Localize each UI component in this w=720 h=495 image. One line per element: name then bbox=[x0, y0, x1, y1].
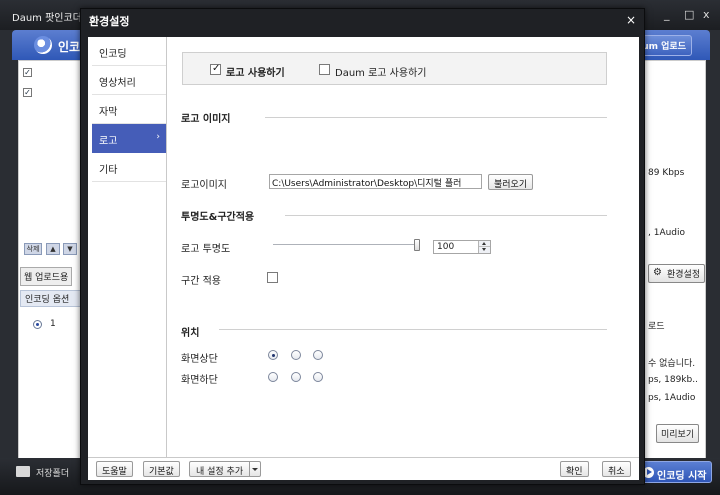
start-encoding-button[interactable]: 인코딩 시작 bbox=[636, 461, 712, 483]
move-down-button[interactable]: ▼ bbox=[63, 243, 77, 255]
nav-item-subtitle[interactable]: 자막 bbox=[92, 95, 166, 124]
maximize-icon[interactable]: □ bbox=[684, 8, 694, 21]
position-bottom-center-radio[interactable] bbox=[291, 372, 301, 382]
daum-pot-logo-icon bbox=[34, 36, 52, 54]
start-encoding-label: 인코딩 시작 bbox=[657, 471, 707, 482]
move-up-button[interactable]: ▲ bbox=[46, 243, 60, 255]
spin-down-icon[interactable] bbox=[479, 247, 490, 253]
nav-item-label: 자막 bbox=[99, 107, 118, 118]
browse-button[interactable]: 불러오기 bbox=[488, 174, 534, 190]
info-bitrate: 89 Kbps bbox=[648, 168, 685, 178]
transparency-section-title: 투명도&구간적용 bbox=[181, 212, 255, 223]
use-daum-logo-checkbox[interactable] bbox=[319, 64, 330, 75]
file-row-checkbox[interactable]: ✓ bbox=[23, 88, 32, 97]
opacity-spinner bbox=[478, 241, 490, 253]
dialog-body: 인코딩 영상처리 자막 로고 › 기타 로고 사용하기 Daum 로고 사용하기 bbox=[88, 37, 639, 480]
range-apply-checkbox[interactable] bbox=[267, 272, 278, 283]
settings-nav: 인코딩 영상처리 자막 로고 › 기타 bbox=[88, 37, 167, 457]
section-divider bbox=[285, 215, 607, 216]
logo-image-section-title: 로고 이미지 bbox=[181, 114, 231, 125]
option-label: 1 bbox=[50, 319, 56, 329]
opacity-slider-track[interactable] bbox=[273, 244, 418, 246]
option-radio[interactable] bbox=[33, 320, 42, 329]
position-bottom-right-radio[interactable] bbox=[313, 372, 323, 382]
info-audio-2: ps, 1Audio bbox=[648, 393, 696, 403]
logo-image-label: 로고이미지 bbox=[181, 180, 227, 191]
range-apply-label: 구간 적용 bbox=[181, 276, 221, 287]
web-upload-tab[interactable]: 웹 업로드용 bbox=[20, 267, 73, 286]
preview-button[interactable]: 미리보기 bbox=[656, 424, 700, 443]
gear-icon: ⚙ bbox=[653, 267, 662, 278]
dialog-footer: 도움말 기본값 내 설정 추가 확인 취소 bbox=[88, 457, 639, 480]
minimize-icon[interactable]: _ bbox=[664, 8, 670, 21]
use-logo-checkbox[interactable] bbox=[210, 63, 221, 75]
dropdown-arrow-icon[interactable] bbox=[250, 462, 260, 476]
nav-item-logo[interactable]: 로고 › bbox=[92, 124, 166, 153]
position-bottom-left-radio[interactable] bbox=[268, 372, 278, 382]
delete-item-button[interactable]: 삭제 bbox=[24, 243, 42, 255]
help-button[interactable]: 도움말 bbox=[96, 461, 133, 477]
background-file-list bbox=[18, 60, 84, 460]
cancel-button[interactable]: 취소 bbox=[602, 461, 631, 477]
save-folder-label[interactable]: 저장폴더 bbox=[36, 466, 69, 479]
select-all-checkbox[interactable]: ✓ bbox=[23, 68, 32, 77]
settings-dialog: 환경설정 × 인코딩 영상처리 자막 로고 › 기타 ✓ 로고 사용하기 Dau… bbox=[80, 8, 645, 485]
use-logo-label[interactable]: 로고 사용하기 bbox=[226, 64, 285, 79]
background-app-title[interactable]: Daum 팟인코더 ▾ bbox=[12, 9, 90, 24]
settings-button-label: 환경설정 bbox=[667, 270, 701, 280]
default-button[interactable]: 기본값 bbox=[143, 461, 180, 477]
nav-item-encoding[interactable]: 인코딩 bbox=[92, 37, 166, 66]
nav-item-label: 기타 bbox=[99, 165, 118, 176]
use-daum-logo-label[interactable]: Daum 로고 사용하기 bbox=[335, 64, 426, 79]
encoding-options-header: 인코딩 옵션 bbox=[20, 290, 82, 307]
position-top-center-radio[interactable] bbox=[291, 350, 301, 360]
info-spec: ps, 189kb.. bbox=[648, 375, 698, 385]
nav-item-label: 로고 bbox=[99, 136, 118, 147]
position-top-left-radio[interactable] bbox=[268, 350, 278, 360]
section-divider bbox=[219, 329, 607, 330]
nav-item-video-processing[interactable]: 영상처리 bbox=[92, 66, 166, 95]
logo-settings-panel: 로고 사용하기 Daum 로고 사용하기 로고 이미지 로고이미지 C:\Use… bbox=[167, 37, 639, 457]
logo-usage-box: 로고 사용하기 Daum 로고 사용하기 bbox=[182, 52, 607, 85]
position-section-title: 위치 bbox=[181, 328, 200, 339]
ok-button[interactable]: 확인 bbox=[560, 461, 589, 477]
nav-item-etc[interactable]: 기타 bbox=[92, 153, 166, 182]
opacity-label: 로고 투명도 bbox=[181, 244, 231, 255]
info-audio: , 1Audio bbox=[648, 228, 686, 238]
dialog-title: 환경설정 bbox=[89, 15, 130, 28]
position-top-right-radio[interactable] bbox=[313, 350, 323, 360]
background-header-text: 인코 bbox=[58, 40, 81, 54]
settings-button[interactable]: ⚙ 환경설정 bbox=[648, 264, 706, 283]
info-warning: 수 없습니다. bbox=[648, 359, 696, 369]
logo-path-input[interactable]: C:\Users\Administrator\Desktop\디지털 플러 bbox=[269, 174, 482, 189]
close-icon[interactable]: x bbox=[703, 8, 710, 21]
section-divider bbox=[265, 117, 607, 118]
add-my-setting-button[interactable]: 내 설정 추가 bbox=[189, 461, 262, 477]
opacity-slider-thumb[interactable] bbox=[414, 239, 420, 251]
chevron-right-icon: › bbox=[156, 132, 160, 142]
info-upload: 로드 bbox=[648, 322, 665, 332]
nav-item-label: 영상처리 bbox=[99, 78, 136, 89]
nav-item-label: 인코딩 bbox=[99, 49, 127, 60]
position-top-label: 화면상단 bbox=[181, 354, 218, 365]
position-bottom-label: 화면하단 bbox=[181, 375, 218, 386]
add-my-setting-label: 내 설정 추가 bbox=[190, 462, 251, 477]
dialog-close-icon[interactable]: × bbox=[626, 13, 636, 27]
folder-icon[interactable] bbox=[16, 466, 30, 477]
